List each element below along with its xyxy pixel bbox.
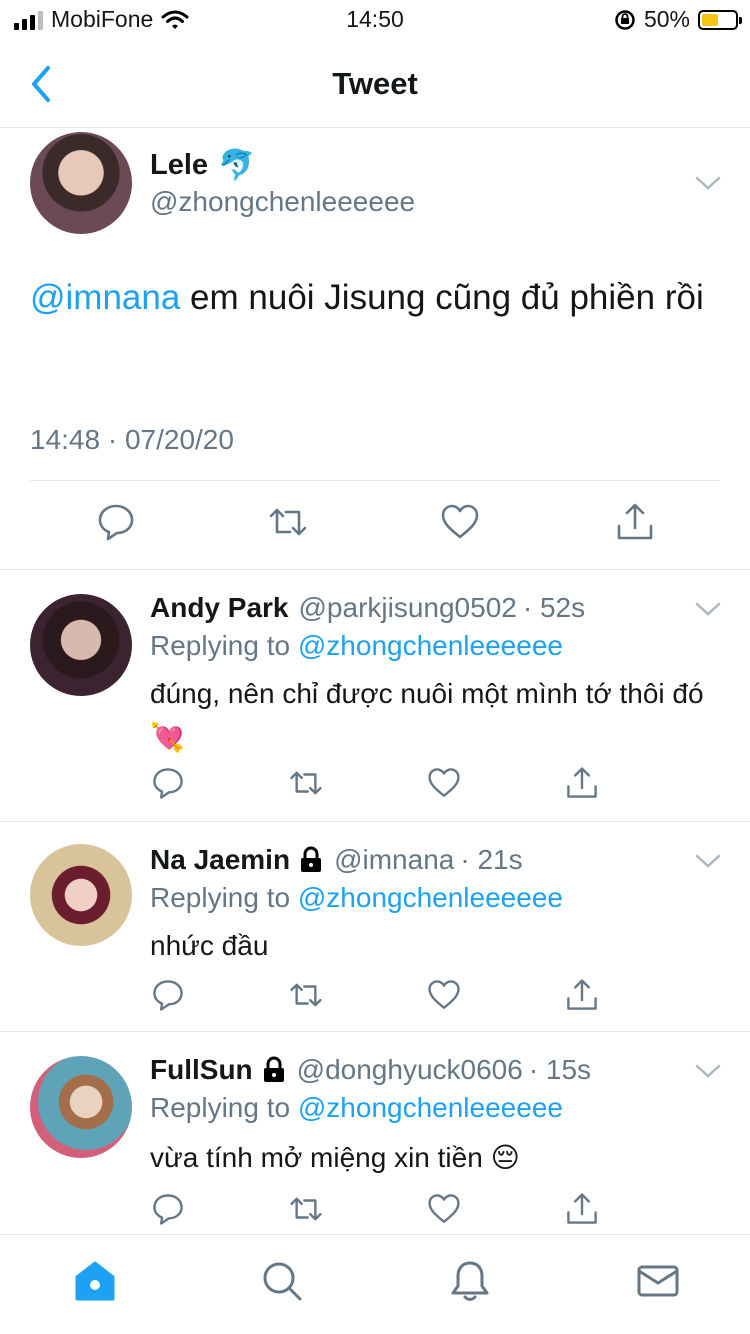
reply-header: FullSun @donghyuck0606 · 15s: [150, 1054, 591, 1086]
author-name[interactable]: Lele 🐬: [150, 148, 255, 183]
nav-bar: Tweet: [0, 40, 750, 128]
replying-to: Replying to @zhongchenleeeeee: [150, 882, 563, 914]
share-icon[interactable]: [615, 502, 655, 542]
orientation-lock-icon: [615, 9, 635, 30]
mention-link[interactable]: @zhongchenleeeeee: [298, 882, 563, 913]
replying-label: Replying to: [150, 1092, 291, 1123]
author-name[interactable]: Andy Park: [150, 592, 289, 624]
author-name[interactable]: FullSun: [150, 1054, 253, 1086]
chevron-down-icon[interactable]: [694, 600, 722, 618]
reply-text: vừa tính mở miệng xin tiền 😔: [150, 1142, 520, 1173]
like-icon[interactable]: [427, 766, 461, 800]
tweet-age: · 15s: [528, 1054, 592, 1085]
tweet-actions: [0, 502, 750, 546]
mention-link[interactable]: @imnana: [30, 278, 180, 317]
tweet-age: · 52s: [522, 592, 586, 623]
avatar[interactable]: [30, 594, 132, 696]
like-icon[interactable]: [427, 978, 461, 1012]
tweet-body: em nuôi Jisung cũng đủ phiền rồi: [180, 278, 704, 317]
battery-icon: [698, 9, 742, 30]
reply-tweet[interactable]: Andy Park @parkjisung0502 · 52s Replying…: [0, 570, 750, 822]
reply-text: nhức đầu: [150, 930, 269, 961]
tweet-timestamp: 14:48 · 07/20/20: [30, 424, 234, 455]
tweet-text: @imnana em nuôi Jisung cũng đủ phiền rồi: [30, 268, 720, 328]
avatar[interactable]: [30, 132, 132, 234]
status-bar: MobiFone 14:50 50%: [0, 0, 750, 40]
author-handle[interactable]: @donghyuck0606: [297, 1054, 523, 1086]
main-tweet: Lele 🐬 @zhongchenleeeeee @imnana em nuôi…: [0, 128, 750, 570]
mention-link[interactable]: @zhongchenleeeeee: [298, 630, 563, 661]
battery-percent: 50%: [643, 6, 690, 32]
reply-header: Andy Park @parkjisung0502 · 52s: [150, 592, 585, 624]
reply-actions: [0, 1192, 750, 1228]
avatar[interactable]: [30, 1056, 132, 1158]
reply-actions: [0, 978, 750, 1014]
author-handle[interactable]: @imnana: [334, 844, 454, 876]
chevron-down-icon[interactable]: [694, 174, 722, 192]
reply-icon[interactable]: [151, 1192, 185, 1226]
like-icon[interactable]: [427, 1192, 461, 1226]
retweet-icon[interactable]: [289, 978, 323, 1012]
dolphin-emoji: 🐬: [218, 149, 256, 182]
notifications-icon[interactable]: [448, 1259, 492, 1303]
reply-header: Na Jaemin @imnana · 21s: [150, 844, 523, 876]
replying-to: Replying to @zhongchenleeeeee: [150, 630, 563, 662]
lock-icon: [301, 846, 322, 872]
messages-icon[interactable]: [636, 1259, 680, 1303]
retweet-icon[interactable]: [289, 1192, 323, 1226]
share-icon[interactable]: [565, 766, 599, 800]
reply-icon[interactable]: [151, 766, 185, 800]
share-icon[interactable]: [565, 978, 599, 1012]
avatar[interactable]: [30, 844, 132, 946]
author-name[interactable]: Na Jaemin: [150, 844, 290, 876]
divider: [30, 480, 720, 481]
author-name-text: Lele: [150, 149, 209, 181]
mention-link[interactable]: @zhongchenleeeeee: [298, 1092, 563, 1123]
reply-text: đúng, nên chỉ được nuôi một mình tớ thôi…: [150, 678, 704, 753]
search-icon[interactable]: [260, 1259, 304, 1303]
lock-icon: [263, 1056, 284, 1082]
reply-tweet[interactable]: Na Jaemin @imnana · 21s Replying to @zho…: [0, 822, 750, 1032]
like-icon[interactable]: [440, 502, 480, 542]
reply-icon[interactable]: [151, 978, 185, 1012]
chevron-down-icon[interactable]: [694, 1062, 722, 1080]
reply-actions: [0, 766, 750, 802]
reply-tweet[interactable]: FullSun @donghyuck0606 · 15s Replying to…: [0, 1032, 750, 1234]
author-handle[interactable]: @zhongchenleeeeee: [150, 186, 415, 218]
share-icon[interactable]: [565, 1192, 599, 1226]
tab-bar: [0, 1234, 750, 1334]
tweet-age: · 21s: [460, 844, 523, 875]
replying-to: Replying to @zhongchenleeeeee: [150, 1092, 563, 1124]
retweet-icon[interactable]: [268, 502, 308, 542]
reply-icon[interactable]: [96, 502, 136, 542]
retweet-icon[interactable]: [289, 766, 323, 800]
status-right: 50%: [614, 6, 742, 33]
author-handle[interactable]: @parkjisung0502: [299, 592, 517, 624]
home-icon[interactable]: [73, 1259, 117, 1303]
page-title: Tweet: [332, 66, 418, 101]
chevron-down-icon[interactable]: [694, 852, 722, 870]
replying-label: Replying to: [150, 630, 291, 661]
replying-label: Replying to: [150, 882, 291, 913]
